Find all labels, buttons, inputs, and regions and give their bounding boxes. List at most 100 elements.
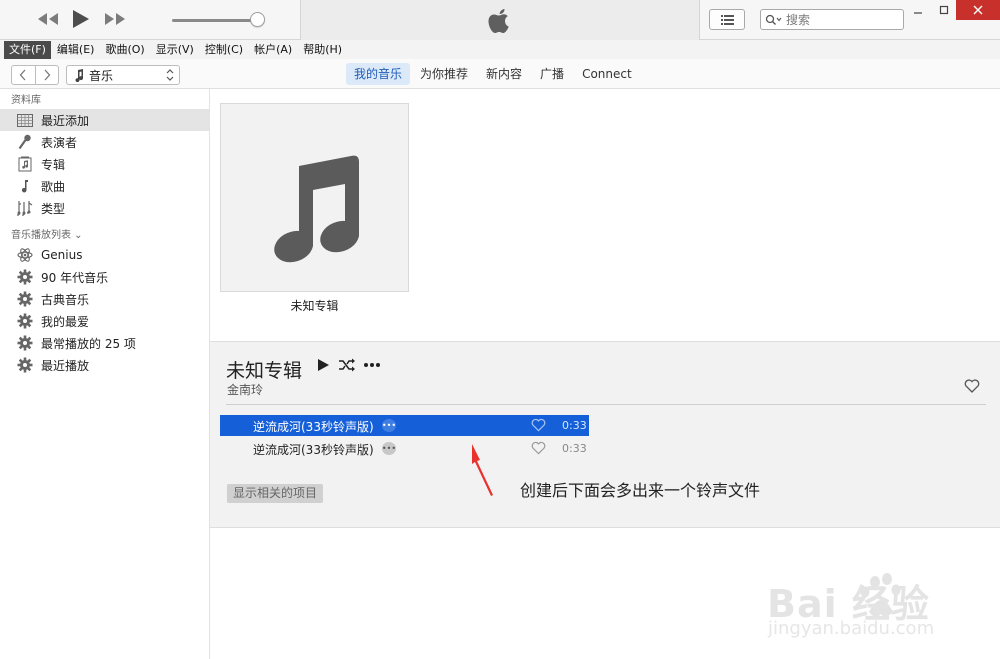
album-actions: [316, 358, 381, 372]
sidebar-item-label: 类型: [41, 201, 66, 216]
search-placeholder: 搜索: [786, 13, 811, 27]
menu-account[interactable]: 帐户(A): [249, 41, 297, 59]
transport-controls: [0, 0, 300, 40]
annotation-text: 创建后下面会多出来一个铃声文件: [520, 481, 761, 500]
maximize-button[interactable]: [930, 0, 958, 20]
gear-icon: [16, 334, 34, 352]
play-icon[interactable]: [316, 358, 330, 372]
sidebar-item-artists[interactable]: 表演者: [0, 131, 209, 153]
nav-bar: 音乐 我的音乐 为你推荐 新内容 广播 Connect: [0, 59, 1000, 89]
search-input[interactable]: 搜索: [760, 9, 904, 30]
menu-controls[interactable]: 控制(C): [200, 41, 248, 59]
menu-song[interactable]: 歌曲(O): [100, 41, 149, 59]
player-bar: 搜索: [0, 0, 1000, 40]
sidebar-item-recently-added[interactable]: 最近添加: [0, 109, 209, 131]
annotation-arrow: [472, 444, 493, 496]
gear-icon: [16, 312, 34, 330]
sidebar-item-songs[interactable]: 歌曲: [0, 175, 209, 197]
sidebar-item-my-favorites[interactable]: 我的最爱: [0, 310, 209, 332]
shuffle-icon[interactable]: [338, 358, 356, 372]
menu-file[interactable]: 文件(F): [4, 40, 51, 59]
menu-bar: 文件(F) 编辑(E) 歌曲(O) 显示(V) 控制(C) 帐户(A) 帮助(H…: [0, 40, 1000, 59]
album-artwork[interactable]: [220, 103, 409, 292]
close-button[interactable]: [956, 0, 1000, 20]
gear-icon: [16, 290, 34, 308]
back-button[interactable]: [12, 66, 36, 84]
tab-new[interactable]: 新内容: [478, 63, 530, 85]
genre-icon: [16, 199, 34, 217]
chevron-updown-icon: [166, 69, 174, 81]
sidebar-item-label: 古典音乐: [41, 292, 90, 307]
history-arrows: [11, 65, 59, 85]
genius-icon: [16, 246, 34, 264]
sidebar-item-label: 歌曲: [41, 179, 66, 194]
media-type-label: 音乐: [89, 68, 114, 83]
microphone-icon: [16, 133, 34, 151]
playlists-section-title[interactable]: 音乐播放列表 ⌄: [0, 228, 209, 244]
sidebar-item-classical-music[interactable]: 古典音乐: [0, 288, 209, 310]
volume-slider-knob[interactable]: [250, 12, 265, 27]
gear-icon: [16, 268, 34, 286]
track-duration: 0:33: [562, 442, 587, 455]
menu-edit[interactable]: 编辑(E): [52, 41, 100, 59]
music-note-icon: [75, 68, 84, 82]
tab-for-you[interactable]: 为你推荐: [412, 63, 476, 85]
up-next-list-button[interactable]: [709, 9, 745, 30]
album-artist[interactable]: 金南玲: [227, 381, 263, 398]
library-section-title: 资料库: [11, 95, 41, 106]
sidebar: 资料库 最近添加 表演者 专辑 歌曲 类型 音乐播放列表 ⌄ Genius 90…: [0, 89, 210, 659]
sidebar-item-label: 专辑: [41, 157, 66, 172]
forward-button[interactable]: [36, 66, 59, 84]
more-options-icon[interactable]: [363, 362, 381, 368]
fast-forward-icon[interactable]: [103, 11, 127, 27]
volume-slider-track[interactable]: [172, 19, 258, 22]
gear-icon: [16, 356, 34, 374]
sidebar-item-albums[interactable]: 专辑: [0, 153, 209, 175]
menu-view[interactable]: 显示(V): [151, 41, 199, 59]
track-more-button[interactable]: •••: [382, 419, 396, 432]
tab-radio[interactable]: 广播: [532, 63, 572, 85]
heart-icon[interactable]: [964, 379, 980, 393]
minimize-icon: [914, 12, 922, 14]
sidebar-item-label: 最近添加: [41, 113, 90, 128]
search-icon: [765, 14, 782, 25]
tab-connect[interactable]: Connect: [574, 63, 640, 85]
sidebar-item-label: 我的最爱: [41, 314, 90, 329]
apple-logo-icon: [488, 9, 509, 34]
chevron-right-icon: [44, 69, 51, 81]
track-row[interactable]: 逆流成河(33秒铃声版) ••• 0:33: [220, 415, 589, 436]
track-duration: 0:33: [562, 419, 587, 432]
minimize-button[interactable]: [904, 0, 932, 20]
play-icon[interactable]: [70, 9, 90, 29]
menu-help[interactable]: 帮助(H): [298, 41, 347, 59]
grid-icon: [16, 111, 34, 129]
track-more-button[interactable]: •••: [382, 442, 396, 455]
album-caption[interactable]: 未知专辑: [220, 297, 409, 314]
sidebar-item-top-25[interactable]: 最常播放的 25 项: [0, 332, 209, 354]
sidebar-item-recently-played[interactable]: 最近播放: [0, 354, 209, 376]
close-icon: [973, 5, 983, 15]
divider: [226, 404, 986, 405]
sidebar-item-genres[interactable]: 类型: [0, 197, 209, 219]
show-related-button[interactable]: 显示相关的项目: [227, 484, 324, 503]
track-row[interactable]: 逆流成河(33秒铃声版) ••• 0:33: [220, 438, 589, 459]
sidebar-item-label: 最常播放的 25 项: [41, 336, 136, 351]
track-name: 逆流成河(33秒铃声版): [253, 443, 374, 457]
sidebar-item-label: 表演者: [41, 135, 78, 150]
heart-icon[interactable]: [531, 441, 546, 455]
list-icon: [721, 15, 734, 25]
media-type-select[interactable]: 音乐: [66, 65, 180, 85]
sidebar-item-genius[interactable]: Genius: [0, 244, 209, 266]
heart-icon[interactable]: [531, 418, 546, 432]
section-tabs: 我的音乐 为你推荐 新内容 广播 Connect: [346, 63, 642, 85]
track-name: 逆流成河(33秒铃声版): [253, 420, 374, 434]
watermark-url: jingyan.baidu.com: [768, 618, 935, 639]
sidebar-item-90s-music[interactable]: 90 年代音乐: [0, 266, 209, 288]
sidebar-item-label: 最近播放: [41, 358, 90, 373]
maximize-icon: [939, 5, 949, 15]
rewind-icon[interactable]: [36, 11, 60, 27]
chevron-left-icon: [19, 69, 26, 81]
tab-my-music[interactable]: 我的音乐: [346, 63, 411, 85]
note-icon: [16, 177, 34, 195]
sidebar-item-label: 90 年代音乐: [41, 270, 109, 285]
